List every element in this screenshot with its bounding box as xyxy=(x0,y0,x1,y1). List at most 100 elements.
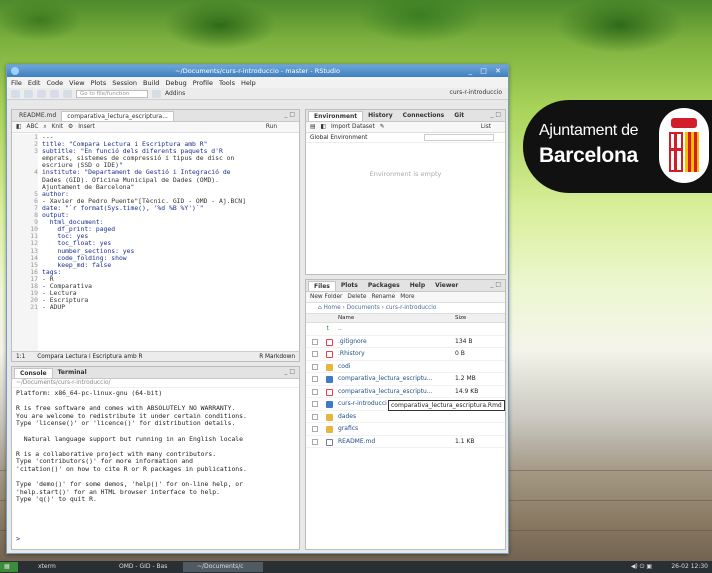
code-line[interactable]: Ajuntament de Barcelona" xyxy=(42,184,297,191)
file-row[interactable]: .gitignore 134 B xyxy=(306,336,505,349)
title-bar[interactable]: ~/Documents/curs-r-introduccio - master … xyxy=(7,65,508,77)
doc-outline[interactable]: Compara Lectura i Escriptura amb R xyxy=(37,354,142,360)
menu-build[interactable]: Build xyxy=(143,79,159,87)
delete-button[interactable]: Delete xyxy=(347,294,366,300)
code-line[interactable]: tags: xyxy=(42,269,297,276)
tab-packages[interactable]: Packages xyxy=(363,281,405,291)
file-row[interactable]: .Rhistory 0 B xyxy=(306,348,505,361)
pane-maximize-icon[interactable]: _ □ xyxy=(490,281,501,288)
code-lines[interactable]: --- title: "Compara Lectura i Escriptura … xyxy=(42,134,297,311)
goto-file-input[interactable]: Go to file/function xyxy=(76,89,148,98)
crumb-documents[interactable]: Documents xyxy=(347,305,380,311)
code-line[interactable]: escriure (SSD o IDE)" xyxy=(42,162,297,169)
file-row[interactable]: dades xyxy=(306,411,505,424)
addins-button[interactable]: Addins xyxy=(165,90,185,97)
file-name[interactable]: comparativa_lectura_escriptu... xyxy=(338,373,433,386)
new-file-icon[interactable] xyxy=(11,89,20,98)
code-area[interactable]: 1 2 3 4 5 6 7 8 9 10 11 12 13 14 15 16 17 18 19 20 21 --- tit… xyxy=(12,134,299,351)
open-icon[interactable] xyxy=(37,89,46,98)
file-row[interactable]: codi xyxy=(306,361,505,374)
tab-environment[interactable]: Environment xyxy=(308,111,364,121)
code-line[interactable]: Dades (GID). Oficina Municipal de Dades … xyxy=(42,177,297,184)
tab-git[interactable]: Git xyxy=(449,111,469,121)
open-icon[interactable]: ▤ xyxy=(310,124,315,130)
tab-history[interactable]: History xyxy=(363,111,398,121)
code-line[interactable]: - Lectura xyxy=(42,290,297,297)
file-checkbox[interactable] xyxy=(312,426,318,432)
broom-icon[interactable]: ✎ xyxy=(380,124,385,130)
home-icon[interactable]: ⌂ xyxy=(318,305,322,311)
col-size[interactable]: Size xyxy=(455,314,466,323)
menu-plots[interactable]: Plots xyxy=(91,79,107,87)
file-row[interactable]: comparativa_lectura_escriptu... 14.9 KB xyxy=(306,386,505,399)
file-row[interactable]: README.md 1.1 KB xyxy=(306,436,505,448)
code-line[interactable]: - ADUP xyxy=(42,304,297,311)
tab-plots[interactable]: Plots xyxy=(336,281,363,291)
global-env-select[interactable]: Global Environment xyxy=(310,135,367,141)
file-name[interactable]: comparativa_lectura_escriptu... xyxy=(338,386,433,399)
code-line[interactable]: institute: "Departament de Gestió i Inte… xyxy=(42,169,297,176)
pane-maximize-icon[interactable]: _ □ xyxy=(284,111,295,118)
code-line[interactable]: author: xyxy=(42,191,297,198)
task-rstudio[interactable]: ~/Documents/c xyxy=(183,562,263,572)
file-type[interactable]: R Markdown xyxy=(259,352,295,361)
code-line[interactable]: toc: yes xyxy=(42,233,297,240)
code-line[interactable]: emprats, sistemes de compressió i tipus … xyxy=(42,155,297,162)
task-xterm[interactable]: xterm xyxy=(24,562,56,572)
rename-button[interactable]: Rename xyxy=(371,294,395,300)
file-name[interactable]: codi xyxy=(338,361,350,374)
code-line[interactable]: toc_float: yes xyxy=(42,240,297,247)
menu-view[interactable]: View xyxy=(69,79,84,87)
menu-session[interactable]: Session xyxy=(112,79,137,87)
file-name[interactable]: dades xyxy=(338,411,356,424)
tab-comparativa[interactable]: comparativa_lectura_escriptura... xyxy=(61,111,174,121)
print-icon[interactable] xyxy=(63,89,72,98)
file-name[interactable]: .Rhistory xyxy=(338,348,365,361)
menu-help[interactable]: Help xyxy=(241,79,256,87)
code-line[interactable]: html_document: xyxy=(42,219,297,226)
file-name[interactable]: curs-r-introducci xyxy=(338,398,387,411)
tab-readme[interactable]: README.md xyxy=(14,111,61,121)
settings-icon[interactable]: ⚙ xyxy=(68,124,73,130)
file-checkbox[interactable] xyxy=(312,376,318,382)
file-row[interactable]: grafics xyxy=(306,423,505,436)
tray-icons[interactable]: ◀) ⏻ ▣ xyxy=(631,561,652,573)
code-line[interactable]: - R xyxy=(42,276,297,283)
save-icon[interactable]: ◧ xyxy=(320,124,325,130)
start-menu-icon[interactable]: ▦ xyxy=(0,562,18,572)
pane-maximize-icon[interactable]: _ □ xyxy=(490,111,501,118)
window-controls-icon[interactable]: _ □ ✕ xyxy=(469,65,504,77)
code-line[interactable]: --- xyxy=(42,134,297,141)
tab-connections[interactable]: Connections xyxy=(398,111,450,121)
menu-edit[interactable]: Edit xyxy=(28,79,41,87)
code-line[interactable]: number_sections: yes xyxy=(42,248,297,255)
file-name[interactable]: .gitignore xyxy=(338,336,367,349)
save-icon[interactable] xyxy=(50,89,59,98)
code-line[interactable]: subtitle: "En funció dels diferents paqu… xyxy=(42,148,297,155)
tab-help[interactable]: Help xyxy=(405,281,430,291)
menu-profile[interactable]: Profile xyxy=(193,79,213,87)
code-line[interactable]: - Comparativa xyxy=(42,283,297,290)
crumb-project[interactable]: curs-r-introduccio xyxy=(386,305,437,311)
file-checkbox[interactable] xyxy=(312,363,318,370)
pane-maximize-icon[interactable]: _ □ xyxy=(284,368,295,375)
menu-file[interactable]: File xyxy=(11,79,22,87)
new-folder-button[interactable]: New Folder xyxy=(310,294,342,300)
tab-files[interactable]: Files xyxy=(308,281,336,291)
file-checkbox[interactable] xyxy=(312,438,318,445)
search-icon[interactable]: ⌕ xyxy=(43,124,46,131)
knit-button[interactable]: Knit xyxy=(52,124,63,130)
code-line[interactable]: - Xavier de Pedro Puente"[Tècnic. GID - … xyxy=(42,198,297,205)
file-checkbox[interactable] xyxy=(312,388,318,395)
spellcheck-icon[interactable]: ABC xyxy=(26,124,38,130)
parent-dir-row[interactable]: ⮤ .. xyxy=(306,323,505,336)
file-checkbox[interactable] xyxy=(312,338,318,345)
tab-console[interactable]: Console xyxy=(14,368,53,378)
code-line[interactable]: df_print: paged xyxy=(42,226,297,233)
crumb-home[interactable]: Home xyxy=(324,305,341,311)
code-line[interactable]: - Escriptura xyxy=(42,297,297,304)
file-name[interactable]: grafics xyxy=(338,423,358,436)
code-line[interactable]: date: "`r format(Sys.time(), '%d %B %Y')… xyxy=(42,205,297,212)
insert-button[interactable]: Insert xyxy=(78,124,95,130)
list-view-button[interactable]: List xyxy=(481,124,491,130)
